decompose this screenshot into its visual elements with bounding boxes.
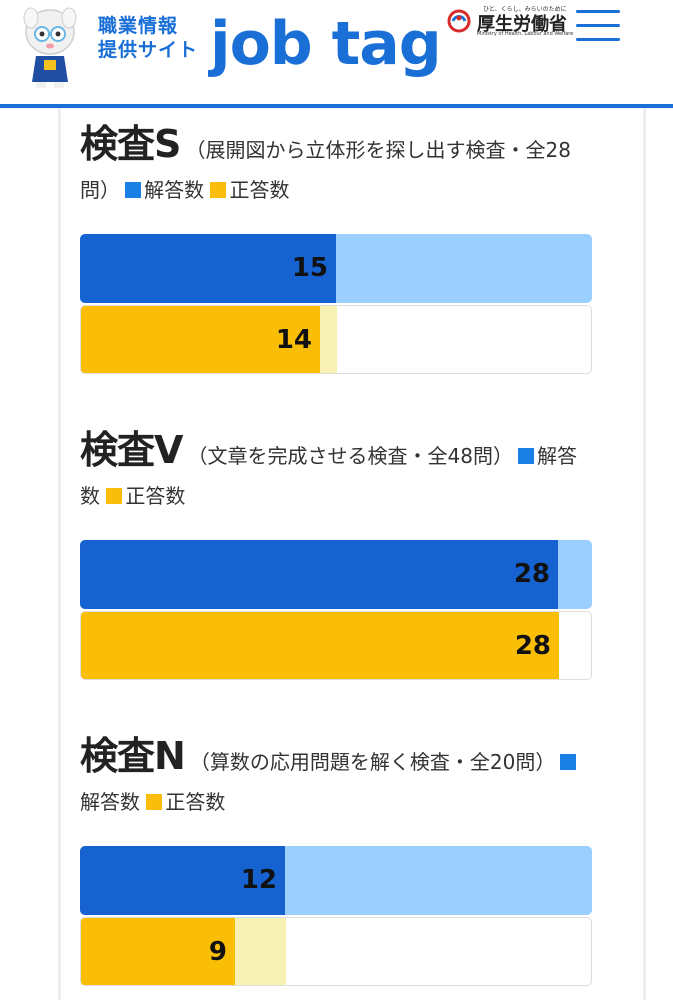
ministry-logo[interactable]: ひと、くらし、みらいのために 厚生労働省 Ministry of Health,…	[447, 4, 573, 38]
legend-answers-label: 解答数	[144, 178, 205, 202]
legend-correct-swatch	[106, 488, 123, 504]
correct-bar-track: 28	[80, 611, 592, 680]
test-description: （算数の応用問題を解く検査・全20問）	[189, 750, 556, 774]
site-subtitle-line2: 提供サイト	[98, 39, 199, 61]
test-title: 検査N	[80, 734, 186, 778]
test-heading: 検査V （文章を完成させる検査・全48問） 解答数 正答数	[80, 430, 580, 518]
ministry-english-name: Ministry of Health, Labour and Welfare	[477, 31, 574, 37]
site-header: 職業情報 提供サイト job tag ひと、くらし、みらいのために 厚生労働省 …	[0, 0, 673, 108]
site-subtitle: 職業情報 提供サイト	[98, 14, 198, 62]
legend-answers-swatch	[518, 448, 535, 464]
ministry-emblem-icon	[447, 9, 471, 33]
correct-value: 28	[514, 631, 551, 661]
legend-correct-swatch	[210, 182, 227, 198]
test-title: 検査S	[80, 122, 181, 166]
legend-answers-swatch	[560, 754, 577, 770]
content-border-right	[643, 108, 646, 1000]
test-heading: 検査N （算数の応用問題を解く検査・全20問） 解答数 正答数	[80, 736, 580, 824]
jobtag-logo[interactable]: job tag	[210, 4, 442, 84]
legend-correct-label: 正答数	[125, 484, 186, 508]
answers-bar-track: 12	[80, 846, 592, 915]
legend-answers-label: 解答数	[80, 790, 140, 814]
legend-correct-label: 正答数	[229, 178, 290, 202]
legend-correct-label: 正答数	[165, 790, 226, 814]
correct-bar-track: 9	[80, 917, 592, 986]
legend: 解答数 正答数	[125, 178, 289, 202]
answers-value: 12	[240, 865, 277, 895]
answers-bar-track: 15	[80, 234, 592, 303]
answers-value: 28	[513, 559, 550, 589]
answers-bar-track: 28	[80, 540, 592, 609]
legend-answers-swatch	[125, 182, 142, 198]
correct-value: 14	[275, 325, 312, 355]
correct-bar-track: 14	[80, 305, 592, 374]
content-border-left	[58, 108, 61, 1000]
site-subtitle-line1: 職業情報	[98, 15, 179, 37]
hamburger-menu-icon[interactable]	[576, 10, 620, 44]
test-description: （文章を完成させる検査・全48問）	[187, 444, 513, 468]
mascot-logo-icon	[23, 7, 77, 88]
correct-value: 9	[208, 937, 227, 967]
legend-correct-swatch	[146, 794, 163, 810]
test-title: 検査V	[80, 428, 183, 472]
answers-value: 15	[291, 253, 328, 283]
test-heading: 検査S （展開図から立体形を探し出す検査・全28問） 解答数 正答数	[80, 124, 580, 212]
